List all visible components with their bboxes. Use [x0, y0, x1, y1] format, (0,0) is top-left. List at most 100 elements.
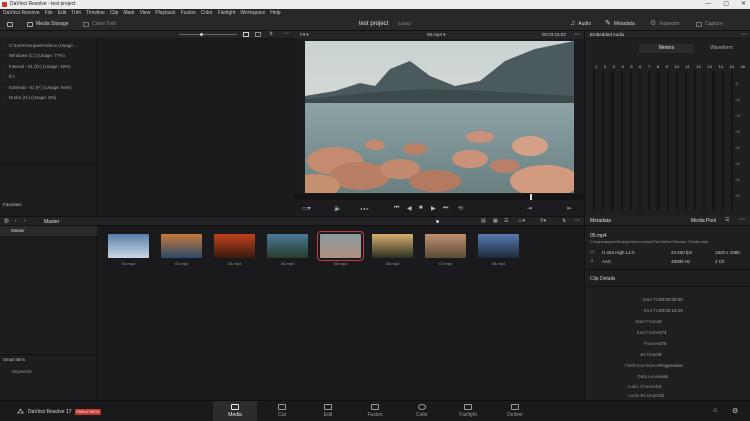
- clip-name: 01.mp4: [121, 261, 136, 266]
- page-fairlight-button[interactable]: Fairlight: [453, 404, 483, 418]
- storage-item[interactable]: › Windows (C:) (Usage: 77%): [3, 53, 65, 58]
- menu-davinci-resolve[interactable]: DaVinci Resolve: [3, 9, 40, 17]
- storage-item[interactable]: › E:\: [3, 74, 15, 79]
- metadata-button[interactable]: ✎ Metadata: [605, 17, 635, 31]
- metadata-view-icon[interactable]: ▤: [481, 218, 486, 224]
- clip-thumbnail[interactable]: [478, 234, 519, 258]
- grid-view-icon[interactable]: [243, 32, 249, 37]
- reverse-play-button[interactable]: ◀: [407, 205, 412, 212]
- jump-to-start-button[interactable]: ⏮: [394, 205, 399, 212]
- clip-name-dropdown[interactable]: 05.mp4 ▾: [427, 32, 446, 38]
- tab-meters[interactable]: Meters: [639, 44, 694, 53]
- storage-item[interactable]: › Internal - 01 (D:) (Usage: 19%): [3, 64, 71, 69]
- storage-item[interactable]: › C:\Users\stopwe\Videos (Usage:…: [3, 43, 78, 48]
- viewer-mode-icon[interactable]: ▭▾: [302, 205, 311, 212]
- settings-gear-icon[interactable]: ⚙: [732, 407, 738, 415]
- zoom-slider[interactable]: [179, 34, 237, 35]
- thumbnail-view-icon[interactable]: ▦: [493, 218, 498, 224]
- menu-edit[interactable]: Edit: [58, 9, 67, 17]
- clip-thumbnail[interactable]: [161, 234, 202, 258]
- expand-arrow-icon[interactable]: ›: [3, 85, 4, 90]
- clip-thumbnail-selected[interactable]: [317, 231, 364, 261]
- menu-playback[interactable]: Playback: [155, 9, 175, 17]
- panel-toggle-button[interactable]: [7, 17, 13, 31]
- page-cut-button[interactable]: Cut: [267, 404, 297, 418]
- list-view-icon[interactable]: [255, 32, 261, 37]
- audio-button[interactable]: ♫ Audio: [570, 17, 591, 31]
- detail-row: Start TC 00:00:00:00: [642, 297, 683, 302]
- menu-trim[interactable]: Trim: [71, 9, 81, 17]
- media-storage-button[interactable]: Media Storage: [27, 17, 69, 31]
- capture-button[interactable]: Capture: [696, 17, 723, 31]
- media-pool-header: ▥ ‹ › Master ▤ ▦ ☰ ▭▾ ⚲▾ ⇅ ⋯: [0, 216, 584, 226]
- expand-arrow-icon[interactable]: ›: [3, 95, 4, 100]
- sort-icon[interactable]: ⇅: [562, 218, 566, 224]
- clone-tool-button[interactable]: Clone Tool: [83, 17, 116, 31]
- expand-arrow-icon[interactable]: ›: [3, 53, 4, 58]
- zoom-fit-dropdown[interactable]: Fit ▾: [300, 32, 309, 38]
- page-deliver-button[interactable]: Deliver: [500, 404, 530, 418]
- sort-icon[interactable]: ⇅: [269, 31, 273, 37]
- menu-help[interactable]: Help: [270, 9, 280, 17]
- smart-bin-keywords[interactable]: Keywords: [12, 369, 32, 374]
- menu-file[interactable]: File: [45, 9, 53, 17]
- storage-header: [0, 31, 97, 39]
- menu-timeline[interactable]: Timeline: [86, 9, 105, 17]
- sidebar-toggle-icon[interactable]: ▥: [4, 218, 9, 224]
- window-title: DaVinci Resolve - test project: [10, 1, 76, 7]
- search-icon[interactable]: ⚲▾: [540, 218, 546, 224]
- expand-arrow-icon[interactable]: ›: [3, 64, 4, 69]
- minimize-button[interactable]: —: [705, 0, 711, 9]
- clip-thumbnail[interactable]: [108, 234, 149, 258]
- audio-options-icon[interactable]: ⋯: [741, 31, 747, 38]
- menu-clip[interactable]: Clip: [110, 9, 119, 17]
- jog-control[interactable]: ◂ ● ▸: [360, 206, 369, 211]
- maximize-button[interactable]: ▢: [723, 0, 729, 9]
- play-button[interactable]: ▶: [431, 205, 436, 212]
- bin-tree: Master Smart Bins Keywords: [0, 226, 97, 400]
- page-media-button[interactable]: Media: [220, 404, 250, 418]
- mark-out-icon[interactable]: ⇤: [567, 205, 572, 212]
- home-icon[interactable]: ⌂: [713, 407, 717, 414]
- pool-options-icon[interactable]: ⋯: [574, 217, 580, 224]
- menu-workspace[interactable]: Workspace: [240, 9, 265, 17]
- stop-button[interactable]: ■: [419, 205, 423, 211]
- menu-color[interactable]: Color: [201, 9, 213, 17]
- menu-fairlight[interactable]: Fairlight: [218, 9, 236, 17]
- close-button[interactable]: ✕: [741, 0, 746, 9]
- video-frame[interactable]: [305, 41, 574, 193]
- inspector-button[interactable]: ⚙ Inspector: [650, 17, 680, 31]
- list-view-icon[interactable]: ☰: [504, 218, 508, 224]
- tab-waveform[interactable]: Waveform: [694, 44, 749, 53]
- volume-icon[interactable]: 🔈: [334, 205, 341, 212]
- storage-item[interactable]: › External - 01 (F:) (Usage: 94%): [3, 85, 72, 90]
- more-options-icon[interactable]: ⋯: [283, 30, 289, 37]
- forward-arrow-icon[interactable]: ›: [24, 218, 26, 224]
- zoom-slider-handle[interactable]: [200, 32, 203, 36]
- menu-mark[interactable]: Mark: [123, 9, 134, 17]
- clip-thumbnail[interactable]: [214, 234, 255, 258]
- back-arrow-icon[interactable]: ‹: [15, 218, 17, 224]
- clip-thumbnail[interactable]: [372, 234, 413, 258]
- expand-arrow-icon[interactable]: ›: [3, 43, 4, 48]
- page-color-button[interactable]: Color: [407, 404, 437, 418]
- pool-zoom-handle[interactable]: [436, 220, 439, 223]
- page-fusion-button[interactable]: Fusion: [360, 404, 390, 418]
- page-edit-button[interactable]: Edit: [313, 404, 343, 418]
- expand-arrow-icon[interactable]: ›: [3, 74, 4, 79]
- jump-to-end-button[interactable]: ⏭: [443, 205, 448, 212]
- viewer-options-icon[interactable]: ⋯: [574, 31, 580, 38]
- view-toggle-icon[interactable]: ☰: [725, 217, 729, 223]
- menu-view[interactable]: View: [140, 9, 151, 17]
- audio-label: Audio: [578, 21, 592, 27]
- metadata-options-icon[interactable]: ⋯: [739, 216, 745, 223]
- storage-item[interactable]: › Drobo (H:) (Usage: 8%): [3, 95, 56, 100]
- display-options-icon[interactable]: ▭▾: [518, 218, 525, 224]
- loop-button[interactable]: ⟲: [458, 205, 463, 212]
- audio-panel-title: Embedded Audio: [590, 32, 625, 37]
- menu-fusion[interactable]: Fusion: [181, 9, 196, 17]
- mark-in-icon[interactable]: ⇥: [527, 205, 532, 212]
- bin-master[interactable]: Master: [0, 226, 97, 236]
- clip-thumbnail[interactable]: [425, 234, 466, 258]
- clip-thumbnail[interactable]: [267, 234, 308, 258]
